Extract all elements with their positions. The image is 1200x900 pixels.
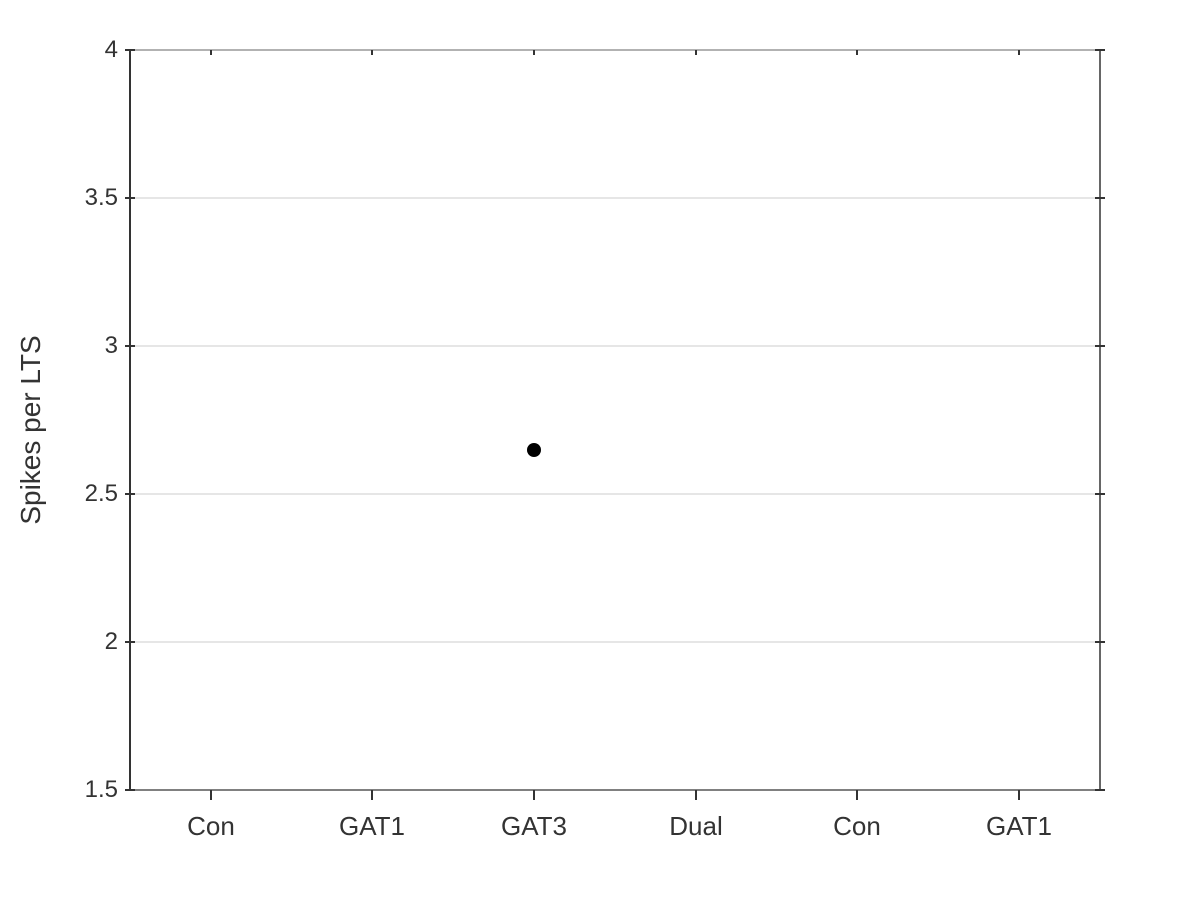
xlabel-5: GAT1 [986, 811, 1052, 841]
chart-container: Spikes per LTS 4 3.5 3 2.5 [0, 0, 1200, 900]
ylabel-3: 3 [105, 332, 118, 359]
xlabel-1: GAT1 [339, 811, 405, 841]
scatter-plot: Spikes per LTS 4 3.5 3 2.5 [0, 0, 1200, 900]
ylabel-1_5: 1.5 [85, 776, 118, 803]
y-axis-label: Spikes per LTS [15, 335, 46, 524]
ylabel-2: 2 [105, 628, 118, 655]
xlabel-0: Con [187, 811, 235, 841]
xlabel-3: Dual [669, 811, 722, 841]
xlabel-4: Con [833, 811, 881, 841]
ylabel-2_5: 2.5 [85, 480, 118, 507]
data-point-0 [527, 443, 541, 457]
chart-background [0, 0, 1200, 900]
ylabel-3_5: 3.5 [85, 184, 118, 211]
ylabel-4: 4 [105, 36, 118, 63]
xlabel-2: GAT3 [501, 811, 567, 841]
